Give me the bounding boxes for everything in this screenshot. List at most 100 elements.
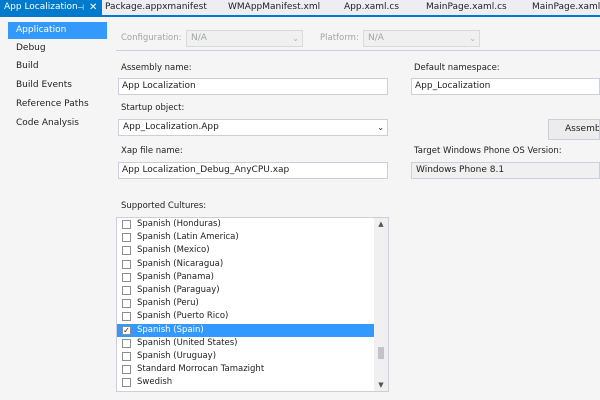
- tab-label: Package.appxmanifest: [105, 2, 207, 12]
- culture-label: Spanish (Paraguay): [137, 285, 220, 295]
- configuration-dropdown[interactable]: N/A ⌄: [186, 30, 303, 47]
- scroll-down-icon[interactable]: ▼: [374, 379, 388, 391]
- supported-cultures-list[interactable]: Spanish (Honduras) Spanish (Latin Americ…: [116, 217, 389, 392]
- culture-label: Spanish (Panama): [137, 271, 214, 282]
- default-namespace-value: App_Localization: [415, 81, 491, 91]
- startup-object-dropdown[interactable]: App_Localization.App ⌄: [118, 119, 388, 136]
- list-item[interactable]: Spanish (Panama): [117, 271, 375, 284]
- configuration-label: Configuration:: [121, 33, 182, 43]
- assembly-name-field[interactable]: App Localization: [118, 78, 388, 95]
- checkbox[interactable]: [122, 352, 131, 361]
- target-os-label: Target Windows Phone OS Version:: [414, 146, 562, 156]
- chevron-down-icon: ⌄: [469, 34, 476, 43]
- list-item[interactable]: Spanish (Puerto Rico): [117, 310, 375, 323]
- nav-item-label: Code Analysis: [16, 118, 79, 128]
- startup-object-value: App_Localization.App: [123, 122, 219, 132]
- close-icon[interactable]: ✕: [89, 0, 97, 15]
- target-os-dropdown[interactable]: Windows Phone 8.1: [411, 162, 600, 179]
- document-tab-strip: App Localization ⊣ ✕ Package.appxmanifes…: [0, 0, 600, 17]
- startup-object-label: Startup object:: [121, 103, 185, 113]
- list-item[interactable]: Standard Morrocan Tamazight: [117, 363, 375, 376]
- tab-label: MainPage.xaml.cs: [426, 2, 507, 12]
- culture-label: Spanish (United States): [137, 337, 238, 348]
- target-os-value: Windows Phone 8.1: [416, 165, 505, 175]
- scroll-up-icon[interactable]: ▲: [374, 218, 388, 230]
- checkbox[interactable]: [122, 272, 131, 282]
- checkbox-checked[interactable]: ✓: [122, 325, 131, 335]
- culture-label: Spanish (Spain): [137, 324, 204, 335]
- culture-label: Spanish (Peru): [137, 298, 199, 309]
- pin-icon[interactable]: ⊣: [77, 0, 84, 15]
- culture-label: Spanish (Puerto Rico): [137, 311, 229, 322]
- nav-item-application[interactable]: Application: [8, 22, 114, 39]
- supported-cultures-label: Supported Cultures:: [121, 201, 207, 211]
- culture-label: Spanish (Latin America): [137, 232, 239, 243]
- nav-item-code-analysis[interactable]: Code Analysis: [0, 115, 107, 132]
- list-item[interactable]: Spanish (Peru): [117, 297, 375, 310]
- nav-item-label: Build Events: [16, 80, 72, 90]
- culture-label: Spanish (Uruguay): [137, 351, 217, 361]
- assembly-name-value: App Localization: [122, 81, 196, 91]
- divider: [116, 50, 600, 51]
- checkbox[interactable]: [122, 246, 131, 256]
- culture-label: Standard Morrocan Tamazight: [137, 364, 265, 375]
- list-item[interactable]: Spanish (Mexico): [117, 244, 375, 257]
- project-properties-nav: Application Debug Build Build Events Ref…: [0, 17, 114, 400]
- nav-item-build-events[interactable]: Build Events: [0, 77, 107, 94]
- culture-label: Spanish (Honduras): [137, 219, 221, 229]
- tab-app-localization[interactable]: App Localization ⊣ ✕: [0, 0, 102, 15]
- assembly-button-label: Assembly: [565, 124, 600, 134]
- default-namespace-label: Default namespace:: [414, 63, 500, 73]
- xap-file-name-label: Xap file name:: [121, 146, 183, 156]
- tab-mainpage-xaml-cs[interactable]: MainPage.xaml.cs: [426, 0, 507, 15]
- default-namespace-field[interactable]: App_Localization: [411, 78, 600, 95]
- scroll-thumb[interactable]: [378, 347, 384, 359]
- list-item[interactable]: Swedish: [117, 376, 375, 389]
- tab-wmappmanifest[interactable]: WMAppManifest.xml: [228, 0, 320, 15]
- xap-file-name-field[interactable]: App Localization_Debug_AnyCPU.xap: [118, 162, 388, 179]
- checkbox[interactable]: [122, 259, 131, 269]
- checkbox[interactable]: [122, 365, 131, 375]
- tab-app-xaml-cs[interactable]: App.xaml.cs: [344, 0, 399, 15]
- list-item[interactable]: Spanish (United States): [117, 337, 375, 350]
- tab-label: WMAppManifest.xml: [228, 2, 321, 12]
- nav-item-reference-paths[interactable]: Reference Paths: [0, 96, 107, 113]
- checkbox[interactable]: [122, 299, 131, 309]
- list-item[interactable]: Spanish (Honduras): [117, 218, 375, 231]
- tab-label: App Localization: [4, 2, 78, 12]
- checkbox[interactable]: [122, 286, 131, 295]
- chevron-down-icon: ⌄: [292, 34, 299, 43]
- checkbox[interactable]: [122, 233, 131, 243]
- culture-label: Spanish (Nicaragua): [137, 258, 224, 269]
- platform-value: N/A: [368, 33, 384, 43]
- tab-label: MainPage.xaml: [532, 2, 600, 12]
- checkbox[interactable]: [122, 220, 131, 229]
- list-item[interactable]: Spanish (Latin America): [117, 231, 375, 244]
- list-item[interactable]: Spanish (Uruguay): [117, 350, 375, 363]
- vertical-scrollbar[interactable]: ▲ ▼: [374, 218, 388, 391]
- assembly-name-label: Assembly name:: [121, 63, 192, 73]
- nav-item-label: Debug: [16, 43, 46, 53]
- assembly-information-button[interactable]: Assembly: [548, 119, 600, 140]
- nav-item-label: Reference Paths: [16, 99, 89, 109]
- list-item-selected[interactable]: ✓ Spanish (Spain): [117, 323, 375, 337]
- nav-item-build[interactable]: Build: [0, 58, 107, 75]
- chevron-down-icon: ⌄: [377, 123, 384, 132]
- configuration-value: N/A: [191, 33, 207, 43]
- checkbox[interactable]: [122, 378, 131, 388]
- xap-file-name-value: App Localization_Debug_AnyCPU.xap: [122, 165, 290, 175]
- tab-mainpage-xaml[interactable]: MainPage.xaml: [532, 0, 600, 15]
- culture-label: Swedish: [137, 377, 173, 388]
- nav-item-label: Application: [16, 25, 67, 35]
- checkbox[interactable]: [122, 338, 131, 348]
- tab-label: App.xaml.cs: [344, 2, 400, 12]
- nav-item-label: Build: [16, 61, 39, 71]
- platform-dropdown[interactable]: N/A ⌄: [363, 30, 480, 47]
- culture-label: Spanish (Mexico): [137, 245, 210, 256]
- checkbox[interactable]: [122, 312, 131, 322]
- list-item[interactable]: Spanish (Nicaragua): [117, 258, 375, 271]
- platform-label: Platform:: [320, 33, 359, 43]
- tab-package-appxmanifest[interactable]: Package.appxmanifest: [105, 0, 207, 15]
- list-item[interactable]: Spanish (Paraguay): [117, 284, 375, 297]
- nav-item-debug[interactable]: Debug: [0, 40, 107, 57]
